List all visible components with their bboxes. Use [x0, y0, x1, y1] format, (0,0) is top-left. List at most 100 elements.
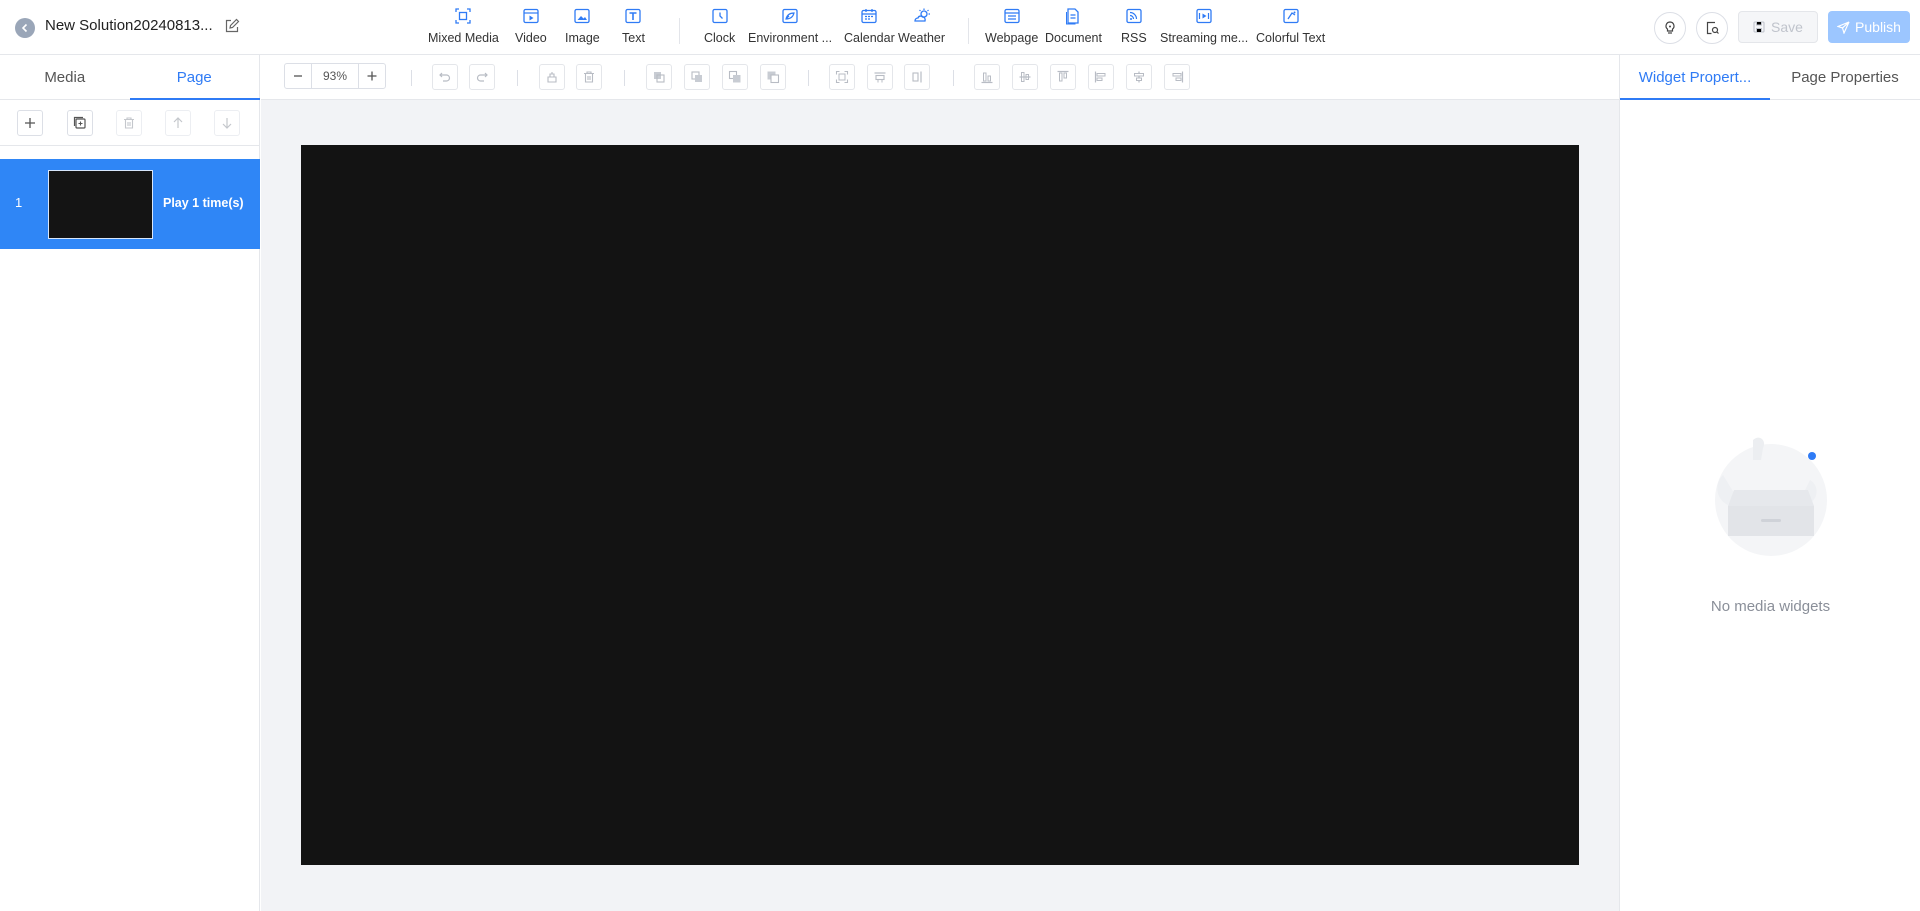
design-canvas[interactable] [301, 145, 1579, 865]
widget-colorful-text[interactable]: Colorful Text [1256, 4, 1325, 52]
copy-icon [73, 116, 86, 129]
widget-label: Clock [704, 31, 736, 45]
widget-environment[interactable]: Environment ... [748, 4, 832, 52]
mixed-media-icon [453, 6, 473, 26]
separator [411, 70, 412, 86]
align-left-button[interactable] [1088, 64, 1114, 90]
widget-weather[interactable]: Weather [898, 4, 945, 52]
preview-button[interactable] [1696, 12, 1728, 44]
zoom-out-button[interactable] [285, 64, 311, 88]
widget-calendar[interactable]: Calendar [844, 4, 895, 52]
undo-icon [439, 72, 451, 82]
move-page-down-button[interactable] [214, 110, 240, 136]
page-play-count: Play 1 time(s) [163, 196, 244, 210]
widget-text[interactable]: Text [622, 4, 645, 52]
align-vertical-center-icon [1019, 72, 1031, 82]
align-right-icon [1172, 71, 1184, 83]
lightbulb-icon [1665, 21, 1675, 34]
widget-image[interactable]: Image [565, 4, 600, 52]
send-backward-button[interactable] [684, 64, 710, 90]
back-button[interactable] [15, 18, 35, 38]
separator [624, 70, 625, 86]
delete-widget-button[interactable] [576, 64, 602, 90]
bring-to-front-icon [728, 70, 741, 83]
publish-button[interactable]: Publish [1828, 11, 1910, 43]
clock-icon [710, 6, 730, 26]
text-icon [623, 6, 643, 26]
tips-button[interactable] [1654, 12, 1686, 44]
plus-icon [25, 118, 35, 128]
send-to-back-button[interactable] [760, 64, 786, 90]
video-icon [521, 6, 541, 26]
eraser-icon [547, 72, 557, 83]
left-panel: Media Page 1 Play 1 time(s) [0, 55, 260, 911]
empty-state-text: No media widgets [1710, 598, 1831, 615]
streaming-media-icon [1194, 6, 1214, 26]
save-button[interactable]: Save [1738, 11, 1818, 43]
fit-height-button[interactable] [904, 64, 930, 90]
right-panel: Widget Propert... Page Properties No med… [1619, 55, 1920, 911]
separator [808, 70, 809, 86]
redo-icon [476, 72, 488, 82]
zoom-in-button[interactable] [359, 64, 385, 88]
fit-height-icon [912, 71, 922, 83]
page-tools [0, 100, 259, 146]
widget-label: Image [565, 31, 600, 45]
widget-label: Weather [898, 31, 946, 45]
delete-page-button[interactable] [116, 110, 142, 136]
fit-width-icon [874, 72, 886, 83]
send-backward-icon [691, 71, 702, 82]
align-right-button[interactable] [1164, 64, 1190, 90]
bring-forward-button[interactable] [646, 64, 672, 90]
arrow-up-icon [173, 117, 183, 128]
widget-webpage[interactable]: Webpage [985, 4, 1038, 52]
editor-area: 93% [261, 55, 1619, 911]
page-list-item[interactable]: 1 Play 1 time(s) [0, 159, 260, 249]
widget-document[interactable]: Document [1045, 4, 1102, 52]
move-page-up-button[interactable] [165, 110, 191, 136]
widget-label: Video [515, 31, 547, 45]
align-top-button[interactable] [1050, 64, 1076, 90]
arrow-down-icon [222, 118, 232, 129]
image-icon [572, 6, 592, 26]
widget-video[interactable]: Video [515, 4, 547, 52]
empty-box-illustration [1698, 435, 1843, 560]
tab-media[interactable]: Media [0, 55, 130, 99]
widget-label: Webpage [985, 31, 1039, 45]
trash-icon [124, 117, 134, 129]
widget-clock[interactable]: Clock [704, 4, 735, 52]
undo-button[interactable] [432, 64, 458, 90]
trash-icon [584, 71, 594, 83]
plus-icon [367, 71, 377, 81]
page-number: 1 [15, 195, 23, 210]
separator [953, 70, 954, 86]
tab-page[interactable]: Page [130, 55, 260, 99]
redo-button[interactable] [469, 64, 495, 90]
align-bottom-button[interactable] [974, 64, 1000, 90]
add-page-button[interactable] [17, 110, 43, 136]
align-left-icon [1094, 71, 1106, 83]
top-bar: New Solution20240813... Mixed Media Vide… [0, 0, 1920, 55]
fullscreen-widget-button[interactable] [829, 64, 855, 90]
align-vertical-center-button[interactable] [1012, 64, 1038, 90]
tab-widget-properties[interactable]: Widget Propert... [1620, 55, 1770, 99]
widget-mixed-media[interactable]: Mixed Media [428, 4, 499, 52]
tab-page-properties[interactable]: Page Properties [1770, 55, 1920, 99]
rss-icon [1124, 6, 1144, 26]
preview-icon [1706, 21, 1719, 35]
align-horizontal-center-button[interactable] [1126, 64, 1152, 90]
send-icon [1837, 20, 1850, 34]
widget-rss[interactable]: RSS [1121, 4, 1147, 52]
page-thumbnail [48, 170, 153, 239]
right-tabs: Widget Propert... Page Properties [1620, 55, 1920, 100]
publish-label: Publish [1855, 19, 1901, 35]
widget-streaming-media[interactable]: Streaming me... [1160, 4, 1248, 52]
zoom-control: 93% [284, 63, 386, 89]
edit-title-button[interactable] [224, 18, 240, 34]
save-icon [1753, 21, 1765, 33]
bring-to-front-button[interactable] [722, 64, 748, 90]
copy-page-button[interactable] [67, 110, 93, 136]
clear-button[interactable] [539, 64, 565, 90]
fit-width-button[interactable] [867, 64, 893, 90]
widget-label: Colorful Text [1256, 31, 1326, 45]
